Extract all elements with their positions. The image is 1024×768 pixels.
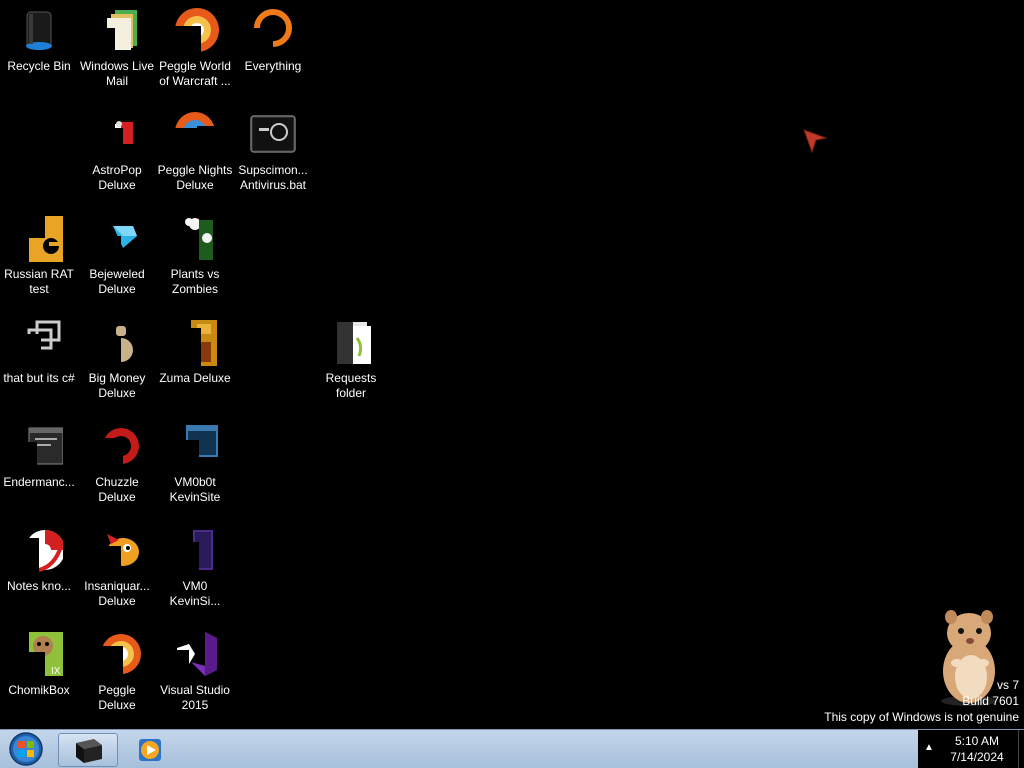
watermark-line-1: vs 7 [996,678,1019,692]
desktop-icon-label: ChomikBox [8,683,70,697]
stacked-windows-icon [15,318,63,366]
desktop-icon-label: Russian RAT test [4,267,74,296]
clock-date: 7/14/2024 [950,750,1004,764]
purple-file-icon [171,526,219,574]
desktop-icon-recycle-bin[interactable]: Recycle Bin [0,6,78,74]
desktop-icon-endermanc[interactable]: Endermanc... [0,422,78,490]
desktop-icon-everything[interactable]: Everything [234,6,312,74]
desktop-icon-label: VM0 KevinSi... [169,579,221,608]
system-tray: ▲ 5:10 AM 7/14/2024 [918,730,1024,768]
desktop-icon-peggle-nights-deluxe[interactable]: Peggle Nights Deluxe [156,110,234,193]
desktop-icon-label: Peggle Nights Deluxe [157,163,233,192]
blue-window-icon [171,422,219,470]
desktop-icon-label: Everything [244,59,302,73]
fish-icon [93,526,141,574]
desktop-icon-label: Peggle World of Warcraft ... [159,59,231,88]
desktop-icon-label: Bejeweled Deluxe [89,267,145,296]
desktop-icon-label: Peggle Deluxe [98,683,136,712]
desktop-icon-plants-vs-zombies[interactable]: Plants vs Zombies [156,214,234,297]
desktop-icon-visual-studio-2015[interactable]: Visual Studio 2015 [156,630,234,713]
desktop-icon-requests-folder[interactable]: Requests folder [312,318,390,401]
hamster-box-icon: IX [15,630,63,678]
batch-file-icon [249,110,297,158]
desktop-icon-label: Recycle Bin [7,59,71,73]
desktop-icon-supscimon-antivirus[interactable]: Supscimon... Antivirus.bat [234,110,312,193]
media-player-icon [139,739,161,761]
show-hidden-icons-arrow-icon[interactable]: ▲ [924,742,934,753]
show-desktop-button[interactable] [1018,730,1024,768]
desktop-icon-label: Zuma Deluxe [159,371,231,385]
desktop-icon-insaniquarium-deluxe[interactable]: Insaniquar... Deluxe [78,526,156,609]
mouse-cursor-icon [803,129,828,154]
desktop-icon-zuma-deluxe[interactable]: Zuma Deluxe [156,318,234,386]
desktop-icon-peggle-world-of-warcraft[interactable]: Peggle World of Warcraft ... [156,6,234,89]
desktop-icon-chomikbox[interactable]: IX ChomikBox [0,630,78,698]
desktop-icon-label: VM0b0t KevinSite [169,475,221,504]
desktop-icon-label: AstroPop Deluxe [92,163,142,192]
desktop-icon-big-money-deluxe[interactable]: Big Money Deluxe [78,318,156,401]
chuzzle-icon [93,422,141,470]
windows-orb-icon [9,732,43,766]
peggle-ball-icon [93,630,141,678]
watermark-line-3: This copy of Windows is not genuine [824,710,1019,724]
clock-time: 5:10 AM [954,734,1000,748]
recycle-bin-icon [15,6,63,54]
desktop-icon-vm0-kevinsite[interactable]: VM0 KevinSi... [156,526,234,609]
desktop-icon-astropop-deluxe[interactable]: AstroPop Deluxe [78,110,156,193]
windows-genuine-watermark: vs 7 Build 7601 This copy of Windows is … [824,677,1019,725]
visual-studio-icon [171,630,219,678]
desktop-icon-notes-kno[interactable]: Notes kno... [0,526,78,594]
taskbar-button-media-player[interactable] [120,733,180,767]
desktop-icon-label: Plants vs Zombies [170,267,220,296]
blue-gem-icon [93,214,141,262]
desktop-icon-that-but-its-csharp[interactable]: that but its c# [0,318,78,386]
desktop-icon-peggle-deluxe[interactable]: Peggle Deluxe [78,630,156,713]
folder-icon [327,318,375,366]
desktop-icon-label: Big Money Deluxe [88,371,146,400]
flower-icon [171,214,219,262]
desktop-icon-windows-live-mail[interactable]: Windows Live Mail [78,6,156,89]
taskbar-clock[interactable]: 5:10 AM 7/14/2024 [936,733,1018,765]
mail-folder-icon [93,6,141,54]
everything-search-icon [249,6,297,54]
desktop-icon-label: Notes kno... [6,579,72,593]
start-button[interactable] [6,731,46,768]
desktop-icon-bejeweled-deluxe[interactable]: Bejeweled Deluxe [78,214,156,297]
black-box-icon [76,739,102,763]
desktop-icon-vm0b0t-kevinsite[interactable]: VM0b0t KevinSite [156,422,234,505]
peggle-ball-icon [171,6,219,54]
desktop-icon-label: Visual Studio 2015 [160,683,230,712]
taskbar: ▲ 5:10 AM 7/14/2024 [0,729,1024,768]
desktop-icon-label: Endermanc... [3,475,75,489]
desktop-icon-russian-rat[interactable]: Russian RAT test [0,214,78,297]
orange-app-icon [15,214,63,262]
taskbar-button-explorer[interactable] [58,733,118,767]
peggle-nights-icon [171,110,219,158]
watermark-line-2: Build 7601 [962,694,1019,708]
desktop-icon-chuzzle-deluxe[interactable]: Chuzzle Deluxe [78,422,156,505]
desktop-icon-label: that but its c# [3,371,75,385]
desktop-icon-label: Chuzzle Deluxe [95,475,139,504]
red-swirl-icon [15,526,63,574]
zuma-frog-icon [171,318,219,366]
desktop-icon-label: Supscimon... Antivirus.bat [238,163,308,192]
desktop-icon-label: Insaniquar... Deluxe [84,579,150,608]
astropop-icon [93,110,141,158]
desktop-icon-label: Requests folder [325,371,377,400]
window-app-icon [15,422,63,470]
desktop-icon-label: Windows Live Mail [79,59,155,88]
svg-text:IX: IX [51,666,61,677]
money-bag-icon [93,318,141,366]
